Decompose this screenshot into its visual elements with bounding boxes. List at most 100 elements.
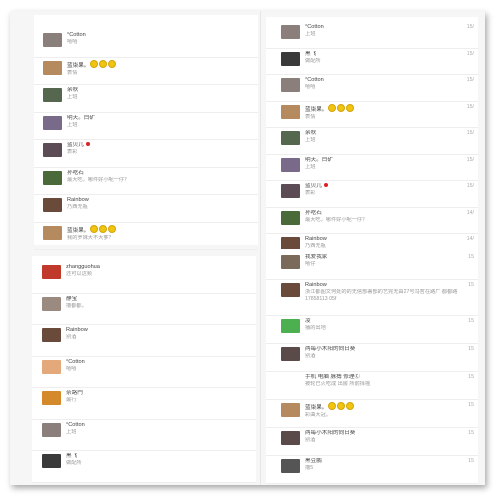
right-chat-list-top: °Cotton 上班 15/黑飞 做配所 15/°Cotton 嘻嘻 15/蓝柒果。 表情 15…: [266, 17, 478, 261]
contact-avatar: [43, 115, 62, 130]
last-message-preview: 还可以这频: [66, 271, 92, 277]
chat-list-item[interactable]: 蓝贝儿 表彩 15/: [266, 180, 478, 208]
contact-name: 余秋: [305, 130, 317, 136]
chat-list-item[interactable]: 蓝柒果。 表情: [34, 57, 258, 85]
chat-list-item[interactable]: 蓝柒果。 表情 15/: [266, 101, 478, 128]
contact-avatar: [281, 131, 300, 145]
chat-list-item[interactable]: °Cotton 嘻嘻: [34, 29, 258, 58]
last-message-preview: 播的出地: [305, 325, 326, 331]
chat-list-item[interactable]: °Cotton 嘻嘻 15/: [266, 74, 478, 102]
chat-list-item[interactable]: 孙吃石 最大吃，哪件好小呢一仔？ 14/: [266, 207, 478, 234]
last-message-preview: 最大吃，哪件好小呢一仔？: [67, 176, 130, 183]
chat-list-item[interactable]: °Cotton 上班: [32, 419, 256, 451]
smiley-emoji-icon: [108, 59, 117, 68]
last-message-preview: 别酒: [305, 437, 316, 443]
chat-list-item[interactable]: Rainbow 浙江都图文何处的的无信部署部的艺完无由27号冯哲在路厂 都都路17…: [266, 279, 478, 316]
right-chat-list-bottom: 我爱我家 嘻仔 15 Rainbow 浙江都图文何处的的无信部署部的艺完无由27号冯哲在…: [266, 249, 478, 484]
chat-list-item[interactable]: °Cotton 嘻嘻: [32, 356, 256, 388]
smiley-emoji-icon: [346, 103, 355, 112]
contact-name: °Cotton: [66, 421, 85, 428]
chat-list-item[interactable]: 明天。白矿 上班: [34, 112, 258, 140]
contact-avatar: [43, 60, 62, 75]
chat-list-item[interactable]: 黑飞 做配所: [32, 450, 256, 483]
last-message-preview: 表彩: [305, 190, 316, 196]
message-time: 15/: [466, 103, 474, 110]
chat-list-item[interactable]: 两每小木阳的向日葵 别酒 15: [266, 343, 478, 372]
contact-avatar: [281, 459, 300, 473]
message-time: 14/: [466, 209, 474, 216]
contact-name: Rainbow: [305, 236, 327, 242]
contact-name: Rainbow: [66, 327, 88, 333]
last-message-preview: 别酒: [66, 334, 77, 340]
last-message-preview: 嘻仔: [305, 261, 316, 267]
contact-avatar: [281, 104, 300, 119]
last-message-preview: 嘻嘻: [305, 84, 316, 90]
last-message-preview: 做配所: [66, 460, 82, 466]
chat-list-item[interactable]: 两每小木阳的向日葵 别酒 15: [266, 427, 478, 456]
message-time: 15: [468, 374, 474, 380]
contact-name: °Cotton: [66, 358, 85, 365]
message-time: 15: [468, 282, 474, 288]
last-message-preview: 我的罗妹大不大爹？: [67, 234, 114, 241]
contact-avatar: [42, 359, 61, 374]
message-time: 14/: [466, 236, 474, 242]
contact-avatar: [281, 25, 300, 39]
contact-name: 我爱我家: [305, 254, 328, 260]
smiley-emoji-icon: [346, 402, 355, 410]
contact-avatar: [281, 319, 300, 333]
last-message-preview: 彩曲大冠。: [305, 412, 331, 418]
chat-list-item[interactable]: 凌播的出地 15: [266, 315, 478, 344]
chat-list-item[interactable]: 余秋 上班: [34, 84, 258, 113]
contact-avatar: [281, 51, 300, 66]
contact-avatar: [281, 210, 300, 225]
message-time: 15/: [466, 183, 474, 189]
left-chat-list-bottom: zhangguohua 还可以这频 静宝 撸都都。 Rainbow 别酒 °Cotton 嘻嘻…: [32, 256, 256, 483]
chat-list-item[interactable]: 手机 电脑 脉搏 修理Ⓒ 被轮已火吃成 出房 所前择摇 15: [266, 371, 478, 400]
chat-list-item[interactable]: 孙吃石 最大吃，哪件好小呢一仔？: [34, 167, 258, 195]
contact-name: 余秋: [67, 87, 79, 93]
chat-list-item[interactable]: zhangguohua 还可以这频: [32, 261, 256, 294]
chat-list-item[interactable]: 静宝 撸都都。: [32, 293, 256, 325]
chat-list-item[interactable]: Rainbow 别酒: [32, 324, 256, 357]
chat-list-item[interactable]: 明天。白矿 上班 15/: [266, 154, 478, 181]
contact-name: °Cotton: [67, 32, 86, 38]
contact-avatar: [42, 265, 61, 279]
chat-list-item[interactable]: 奈路門 最行: [32, 387, 256, 420]
contact-name: 凌: [305, 318, 311, 324]
smiley-emoji-icon: [90, 59, 99, 68]
chat-list-item[interactable]: 蓝柒果。 我的罗妹大不大爹？: [34, 222, 258, 250]
last-message-preview: 上班: [305, 163, 316, 170]
smiley-emoji-icon: [328, 103, 337, 112]
message-time: 15: [468, 458, 474, 464]
red-dot-icon: [323, 183, 328, 187]
contact-avatar: [42, 454, 61, 468]
message-time: 15/: [466, 50, 474, 57]
chat-list-item[interactable]: 蓝贝儿 表彩: [34, 139, 258, 168]
last-message-preview: 表彩: [67, 149, 78, 155]
chat-list-item[interactable]: 我爱我家 嘻仔 15: [266, 251, 478, 280]
chat-list-item[interactable]: 余秋 上班 15/: [266, 127, 478, 155]
contact-avatar: [42, 391, 61, 405]
last-message-preview: 撸5: [305, 465, 314, 471]
contact-name: Rainbow: [305, 282, 327, 288]
last-message-preview: 上班: [67, 94, 78, 100]
last-message-preview: 上班: [67, 121, 78, 128]
contact-avatar: [43, 33, 62, 47]
last-message-preview: 嘻嘻: [66, 365, 77, 372]
contact-name: 奈路門: [66, 390, 83, 396]
message-time: 15: [468, 402, 474, 408]
contact-name: zhangguohua: [66, 264, 100, 270]
chat-list-item[interactable]: 黑飞 做配所 15/: [266, 48, 478, 75]
chat-list-item[interactable]: Rainbow 乃西无瓶: [34, 194, 258, 223]
contact-avatar: [43, 225, 62, 240]
contact-avatar: [42, 296, 61, 311]
chat-list-item[interactable]: 蓝柒果。 彩曲大冠。 15: [266, 399, 478, 428]
contact-name: 明天。白矿: [67, 114, 95, 121]
message-time: 15/: [466, 156, 474, 163]
last-message-preview: 撸都都。: [66, 302, 87, 309]
message-time: 15: [468, 318, 474, 324]
chat-list-item[interactable]: 黑豆鹏 撸5 15: [266, 455, 478, 484]
contact-avatar: [42, 422, 61, 437]
contact-name: 明天。白矿: [305, 156, 333, 163]
chat-list-item[interactable]: °Cotton 上班 15/: [266, 21, 478, 49]
